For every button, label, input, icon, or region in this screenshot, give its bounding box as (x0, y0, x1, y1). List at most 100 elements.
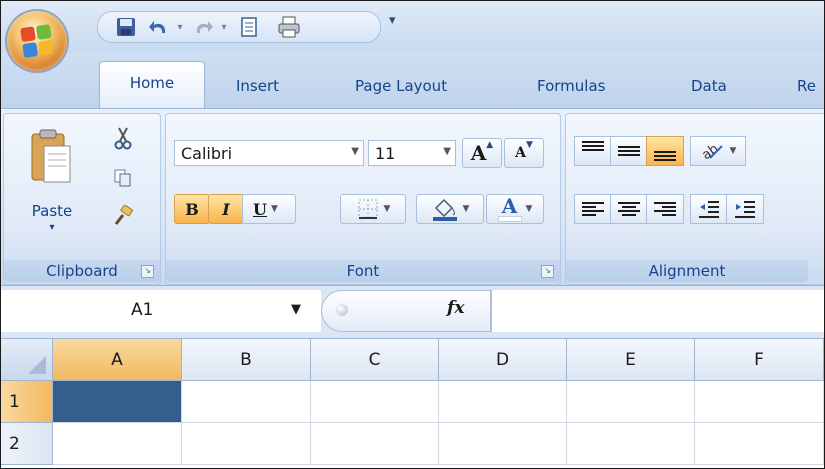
italic-button[interactable]: I (208, 194, 244, 224)
undo-dropdown-icon[interactable]: ▾ (174, 15, 186, 39)
cell-c1[interactable] (311, 381, 439, 423)
shrink-font-button[interactable]: A ▼ (504, 138, 544, 168)
redo-icon[interactable] (190, 15, 216, 39)
underline-icon: U (253, 199, 267, 219)
font-name-dropdown-icon[interactable]: ▼ (351, 146, 359, 157)
font-label-text: Font (346, 262, 380, 280)
grow-font-icon: A (470, 141, 487, 165)
cell-e2[interactable] (567, 423, 695, 465)
cell-f2[interactable] (695, 423, 824, 465)
align-top-button[interactable] (574, 136, 612, 166)
paste-button[interactable]: Paste ▾ (22, 124, 82, 242)
clipboard-launcher-icon[interactable]: ↘ (141, 265, 154, 278)
borders-icon (358, 199, 378, 219)
formula-controls: fx (321, 290, 491, 332)
tab-review[interactable]: Re (797, 73, 816, 99)
ribbon: Paste ▾ Clipboard ↘ Calibri ▼ 11 ▼ A ▲ A… (1, 108, 824, 285)
fill-color-button[interactable]: ▼ (416, 194, 484, 224)
name-box-dropdown-icon[interactable]: ▼ (291, 302, 301, 317)
font-launcher-icon[interactable]: ↘ (541, 265, 554, 278)
orientation-dropdown-icon[interactable]: ▼ (726, 146, 737, 156)
column-header-f[interactable]: F (695, 339, 824, 381)
column-header-e[interactable]: E (567, 339, 695, 381)
bold-button[interactable]: B (174, 194, 210, 224)
underline-dropdown-icon[interactable]: ▼ (267, 204, 278, 214)
align-right-icon (654, 202, 676, 216)
align-bottom-button[interactable] (646, 136, 684, 166)
cell-a2[interactable] (53, 423, 182, 465)
align-middle-button[interactable] (610, 136, 648, 166)
alignment-group: ab ▼ Alignment (565, 113, 824, 285)
cell-e1[interactable] (567, 381, 695, 423)
orientation-icon: ab (700, 142, 723, 162)
cell-b1[interactable] (182, 381, 311, 423)
title-bar: ▾ ▾ ▾ (1, 1, 824, 53)
font-size-combo[interactable]: 11 ▼ (368, 140, 456, 166)
name-box[interactable]: A1 ▼ (1, 290, 321, 332)
copy-button[interactable] (108, 164, 138, 192)
increase-indent-icon (735, 201, 755, 218)
align-left-button[interactable] (574, 194, 612, 224)
center-button[interactable] (610, 194, 648, 224)
decrease-indent-button[interactable] (690, 194, 728, 224)
copy-icon (114, 169, 131, 187)
fill-color-dropdown-icon[interactable]: ▼ (459, 204, 470, 214)
align-right-button[interactable] (646, 194, 684, 224)
cell-d2[interactable] (439, 423, 567, 465)
select-all-button[interactable] (1, 339, 53, 381)
font-color-button[interactable]: A ▼ (486, 194, 544, 224)
redo-dropdown-icon[interactable]: ▾ (218, 15, 230, 39)
tab-formulas[interactable]: Formulas (537, 73, 605, 99)
font-size-dropdown-icon[interactable]: ▼ (443, 146, 451, 157)
customize-qat-icon[interactable]: ▾ (389, 13, 396, 28)
format-painter-button[interactable] (108, 202, 138, 230)
tab-insert[interactable]: Insert (236, 73, 279, 99)
cell-a1[interactable] (53, 381, 182, 423)
shrink-font-icon: A (515, 145, 526, 161)
font-name-combo[interactable]: Calibri ▼ (174, 140, 364, 166)
office-button-icon (20, 24, 54, 58)
center-icon (618, 202, 640, 216)
select-all-icon (28, 356, 46, 374)
formula-input[interactable] (491, 290, 824, 332)
row-header-1[interactable]: 1 (1, 381, 53, 423)
column-header-c[interactable]: C (311, 339, 439, 381)
borders-button[interactable]: ▼ (340, 194, 406, 224)
svg-text:ab: ab (700, 142, 721, 162)
alignment-label-text: Alignment (648, 262, 726, 280)
font-color-icon: A (501, 194, 518, 218)
align-bottom-icon (654, 151, 676, 161)
tab-home[interactable]: Home (99, 61, 205, 109)
spreadsheet-grid: A B C D E F 1 2 (1, 339, 824, 468)
save-icon[interactable] (112, 15, 140, 39)
increase-indent-button[interactable] (726, 194, 764, 224)
column-header-d[interactable]: D (439, 339, 567, 381)
cell-d1[interactable] (439, 381, 567, 423)
formula-bar-resize-icon[interactable] (336, 304, 348, 316)
font-color-dropdown-icon[interactable]: ▼ (522, 204, 533, 214)
undo-icon[interactable] (146, 15, 172, 39)
cell-f1[interactable] (695, 381, 824, 423)
tab-data[interactable]: Data (691, 73, 727, 99)
office-button[interactable] (7, 11, 67, 71)
cell-c2[interactable] (311, 423, 439, 465)
insert-function-icon[interactable]: fx (447, 298, 464, 318)
italic-icon: I (222, 199, 230, 219)
row-header-2[interactable]: 2 (1, 423, 53, 465)
borders-dropdown-icon[interactable]: ▼ (380, 204, 391, 214)
grow-font-button[interactable]: A ▲ (462, 138, 502, 168)
ribbon-tabs: Home Insert Page Layout Formulas Data Re (1, 53, 824, 109)
orientation-button[interactable]: ab ▼ (690, 136, 746, 166)
column-header-b[interactable]: B (182, 339, 311, 381)
name-box-value: A1 (131, 300, 154, 320)
paste-label: Paste (31, 202, 73, 220)
quick-print-icon[interactable] (274, 15, 304, 39)
bold-icon: B (185, 199, 199, 219)
underline-button[interactable]: U ▼ (242, 194, 296, 224)
column-header-a[interactable]: A (53, 339, 182, 381)
cut-button[interactable] (108, 124, 138, 152)
print-preview-icon[interactable] (236, 15, 264, 39)
paste-dropdown-icon[interactable]: ▾ (22, 222, 82, 233)
tab-page-layout[interactable]: Page Layout (355, 73, 447, 99)
cell-b2[interactable] (182, 423, 311, 465)
